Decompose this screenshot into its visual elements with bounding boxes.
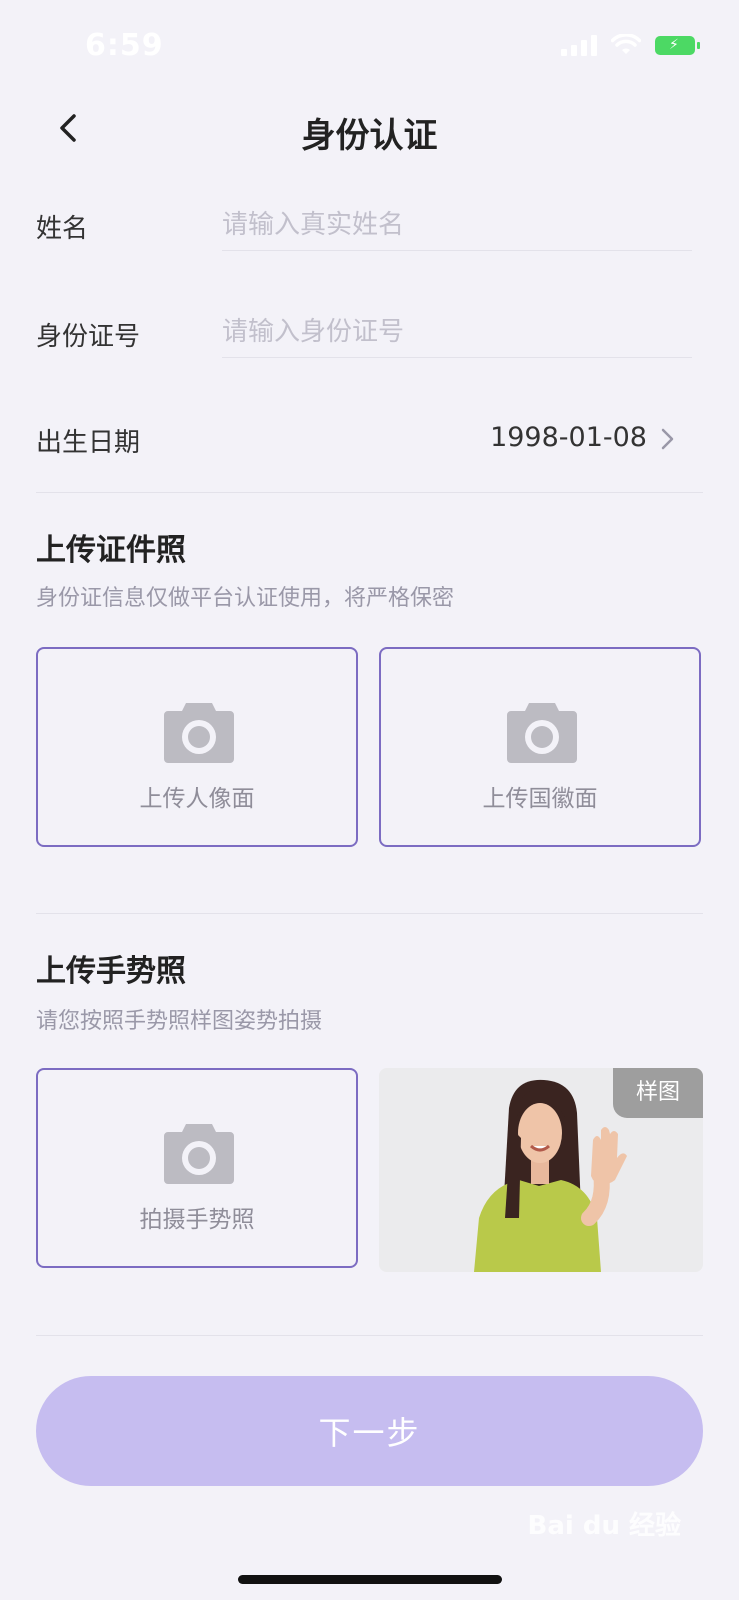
baidu-watermark: Bai du 经验: [527, 1511, 682, 1541]
wifi-icon: [611, 34, 641, 54]
next-step-button[interactable]: 下一步: [36, 1376, 703, 1486]
name-label: 姓名: [36, 214, 89, 244]
camera-icon: [164, 1124, 234, 1184]
upload-back-label: 上传国徽面: [482, 786, 598, 812]
battery-icon: ⚡: [655, 35, 700, 55]
status-icons: ⚡: [561, 34, 700, 56]
home-indicator[interactable]: [238, 1575, 502, 1584]
upload-front-label: 上传人像面: [139, 786, 255, 812]
gesture-section-title: 上传手势照: [36, 954, 186, 989]
sample-badge: 样图: [613, 1068, 703, 1118]
capture-gesture-button[interactable]: 拍摄手势照: [36, 1068, 358, 1268]
divider: [36, 913, 703, 914]
name-input[interactable]: [222, 210, 692, 251]
capture-gesture-label: 拍摄手势照: [139, 1207, 255, 1233]
upload-back-button[interactable]: 上传国徽面: [379, 647, 701, 847]
page-title: 身份认证: [301, 116, 438, 156]
sample-gesture-image: 样图: [379, 1068, 703, 1272]
status-time: 6:59: [85, 28, 164, 63]
upload-front-button[interactable]: 上传人像面: [36, 647, 358, 847]
signal-icon: [561, 34, 597, 56]
camera-icon: [164, 703, 234, 763]
divider: [36, 492, 703, 493]
divider: [36, 1335, 703, 1336]
birth-date-label: 出生日期: [36, 428, 141, 458]
id-number-label: 身份证号: [36, 322, 141, 352]
gesture-section-subtitle: 请您按照手势照样图姿势拍摄: [36, 1009, 323, 1034]
chevron-right-icon[interactable]: [657, 426, 677, 452]
id-photo-section-subtitle: 身份证信息仅做平台认证使用，将严格保密: [36, 586, 455, 611]
camera-icon: [507, 703, 577, 763]
id-number-input[interactable]: [222, 317, 692, 358]
birth-date-value[interactable]: 1998-01-08: [490, 422, 647, 453]
id-photo-section-title: 上传证件照: [36, 533, 186, 568]
